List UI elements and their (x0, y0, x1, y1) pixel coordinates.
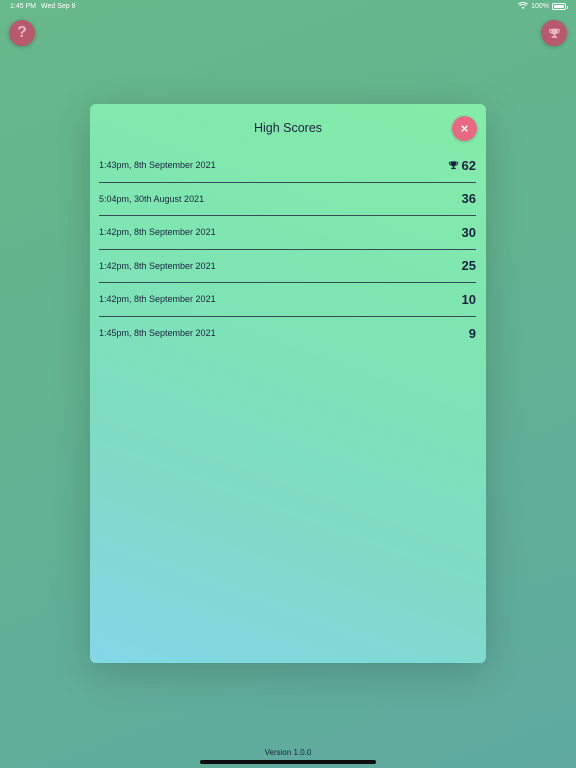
score-date: 1:42pm, 8th September 2021 (99, 294, 216, 305)
status-time: 1:45 PM (10, 3, 37, 10)
score-value: 9 (468, 325, 476, 341)
trophy-button[interactable] (541, 20, 567, 46)
score-value: 10 (461, 291, 476, 307)
battery-icon (552, 2, 568, 10)
version-label: Version 1.0.0 (264, 748, 312, 757)
score-value-container: 25 (462, 258, 476, 273)
modal-title: High Scores (253, 121, 323, 135)
score-date: 5:04pm, 30th August 2021 (99, 193, 205, 204)
close-button[interactable]: × (452, 116, 477, 141)
score-row: 1:42pm, 8th September 2021 30 (99, 216, 476, 250)
score-date: 1:45pm, 8th September 2021 (99, 328, 216, 339)
score-row: 1:42pm, 8th September 2021 25 (99, 250, 476, 283)
score-value: 30 (461, 224, 476, 240)
wifi-icon (518, 2, 529, 9)
score-value: 62 (461, 157, 476, 173)
score-row: 1:43pm, 8th September 2021 62 (99, 149, 476, 183)
score-row: 1:42pm, 8th September 2021 10 (99, 283, 476, 317)
best-score-trophy-icon (448, 161, 458, 169)
score-row: 5:04pm, 30th August 2021 36 (99, 183, 476, 216)
status-indicators: 100% (518, 2, 568, 10)
score-value-container: 62 (448, 158, 476, 173)
question-icon: ? (17, 24, 27, 41)
home-indicator[interactable] (200, 760, 376, 764)
score-value-container: 9 (469, 326, 476, 341)
score-value-container: 30 (462, 225, 476, 240)
score-date: 1:42pm, 8th September 2021 (99, 260, 216, 271)
score-date: 1:42pm, 8th September 2021 (99, 227, 216, 238)
help-button[interactable]: ? (9, 20, 35, 46)
score-date: 1:43pm, 8th September 2021 (99, 160, 216, 171)
score-value-container: 10 (462, 292, 476, 307)
battery-fill (554, 4, 564, 8)
status-date: Wed Sep 8 (41, 3, 76, 10)
score-row: 1:45pm, 8th September 2021 9 (99, 317, 476, 351)
trophy-icon (548, 28, 560, 38)
status-bar: 1:45 PM Wed Sep 8 100% (0, 0, 576, 14)
score-value-container: 36 (462, 191, 476, 206)
close-icon: × (460, 121, 469, 136)
battery-percent: 100% (531, 2, 549, 10)
score-value: 25 (461, 258, 476, 274)
score-value: 36 (461, 191, 476, 207)
high-scores-modal: High Scores × 1:43pm, 8th September 2021… (90, 104, 486, 663)
score-list: 1:43pm, 8th September 2021 62 5:04pm, 30th… (99, 149, 476, 350)
